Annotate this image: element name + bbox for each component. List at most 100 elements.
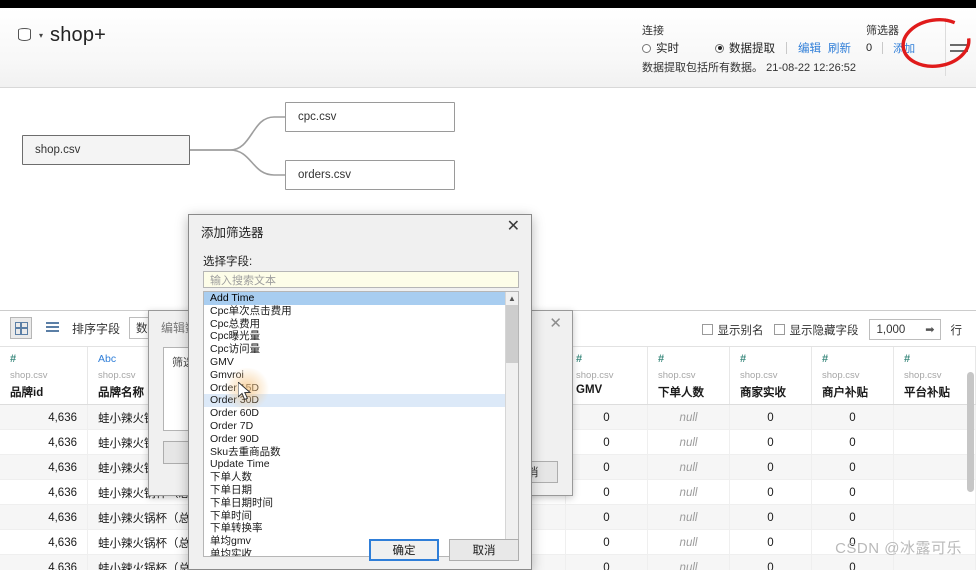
- rows-unit-label: 行: [950, 324, 963, 337]
- grid-view-icon[interactable]: [10, 317, 32, 339]
- extract-radio-option[interactable]: 数据提取: [715, 40, 775, 56]
- dialog-buttons: 确定 取消: [189, 539, 533, 561]
- field-list-item[interactable]: Gmvroi: [204, 369, 506, 382]
- field-list-item[interactable]: Cpc单次点击费用: [204, 305, 506, 318]
- table-cell: null: [648, 455, 730, 480]
- scroll-up-icon[interactable]: ▲: [506, 292, 518, 305]
- table-cell: [894, 455, 976, 480]
- close-icon[interactable]: ✕: [507, 219, 520, 235]
- field-list-item[interactable]: Sku去重商品数: [204, 446, 506, 459]
- field-list-item[interactable]: Cpc总费用: [204, 318, 506, 331]
- rows-limit-value: 1,000: [876, 323, 906, 336]
- table-cell: 4,636: [0, 480, 88, 505]
- table-cell: 4,636: [0, 455, 88, 480]
- datasource-title[interactable]: ▾ shop+: [18, 24, 106, 47]
- column-source: shop.csv: [822, 370, 860, 381]
- table-cell: 0: [566, 530, 648, 555]
- table-cell: 0: [566, 430, 648, 455]
- flow-node-label: shop.csv: [35, 144, 81, 156]
- column-source: shop.csv: [10, 370, 48, 381]
- column-header[interactable]: # shop.csv GMV: [566, 347, 648, 404]
- table-cell: [894, 405, 976, 430]
- field-list-item[interactable]: Cpc曝光量: [204, 330, 506, 343]
- close-icon[interactable]: ✕: [549, 316, 562, 331]
- flow-node-cpc[interactable]: cpc.csv: [285, 102, 455, 132]
- column-header[interactable]: # shop.csv 平台补贴: [894, 347, 976, 404]
- flow-node-orders[interactable]: orders.csv: [285, 160, 455, 190]
- table-cell: [894, 480, 976, 505]
- column-name: 商户补贴: [822, 387, 868, 399]
- extract-radio[interactable]: [715, 43, 725, 53]
- column-header[interactable]: # shop.csv 商户补贴: [812, 347, 894, 404]
- live-radio-option[interactable]: 实时: [642, 40, 679, 56]
- field-list-item[interactable]: Order 7D: [204, 420, 506, 433]
- cancel-button[interactable]: 取消: [449, 539, 519, 561]
- column-header[interactable]: # shop.csv 品牌id: [0, 347, 88, 404]
- table-cell: 0: [730, 505, 812, 530]
- table-cell: [894, 505, 976, 530]
- field-search-input[interactable]: 输入搜索文本: [203, 271, 519, 288]
- flow-node-shop[interactable]: shop.csv: [22, 135, 190, 165]
- table-cell: 4,636: [0, 405, 88, 430]
- show-alias-checkbox[interactable]: 显示别名: [701, 322, 764, 338]
- table-cell: 4,636: [0, 505, 88, 530]
- table-cell: 0: [566, 405, 648, 430]
- dialog-header: 添加筛选器 ✕: [189, 215, 531, 245]
- list-view-icon[interactable]: [41, 317, 63, 339]
- field-list-item[interactable]: Cpc访问量: [204, 343, 506, 356]
- chevron-down-icon[interactable]: ▾: [39, 31, 43, 40]
- live-label: 实时: [656, 43, 680, 55]
- field-list-item[interactable]: Order 60D: [204, 407, 506, 420]
- field-list[interactable]: Add Time Cpc单次点击费用 Cpc总费用 Cpc曝光量 Cpc访问量 GMV Gm…: [203, 291, 519, 557]
- table-cell: null: [648, 405, 730, 430]
- table-cell: 0: [812, 480, 894, 505]
- vertical-scrollbar[interactable]: [967, 366, 974, 562]
- field-list-item[interactable]: Order 30D: [204, 394, 506, 408]
- field-list-item[interactable]: 下单日期时间: [204, 497, 506, 510]
- field-list-item[interactable]: Order 15D: [204, 382, 506, 395]
- field-list-item[interactable]: 下单日期: [204, 484, 506, 497]
- show-hidden-fields-label: 显示隐藏字段: [789, 324, 859, 337]
- field-list-item[interactable]: 下单时间: [204, 510, 506, 523]
- table-cell: 0: [730, 530, 812, 555]
- table-cell: 0: [812, 405, 894, 430]
- arrow-right-icon[interactable]: ➡: [925, 323, 934, 336]
- show-hidden-fields-checkbox[interactable]: 显示隐藏字段: [773, 322, 859, 338]
- rows-limit-input[interactable]: 1,000 ➡: [868, 319, 941, 340]
- numeric-type-icon: #: [576, 353, 583, 365]
- column-source: shop.csv: [576, 370, 614, 381]
- menu-icon[interactable]: [950, 44, 968, 56]
- field-list-item[interactable]: 下单转换率: [204, 522, 506, 535]
- table-cell: 4,636: [0, 555, 88, 570]
- table-cell: 0: [566, 480, 648, 505]
- numeric-type-icon: #: [10, 353, 17, 365]
- table-cell: 0: [812, 430, 894, 455]
- scrollbar-thumb[interactable]: [506, 305, 518, 363]
- field-list-item[interactable]: Add Time: [204, 292, 506, 305]
- tableau-datasource-page: ▾ shop+ 连接 实时 数据提取 编辑 刷新 数据提取包括所有数据。 21-…: [0, 8, 976, 570]
- table-cell: 0: [566, 505, 648, 530]
- edit-link[interactable]: 编辑: [798, 40, 821, 56]
- column-name: GMV: [576, 384, 603, 396]
- column-name: 商家实收: [740, 387, 786, 399]
- table-cell: 0: [566, 455, 648, 480]
- field-list-item[interactable]: Order 90D: [204, 433, 506, 446]
- scrollbar-thumb[interactable]: [967, 372, 974, 492]
- column-name: 品牌id: [10, 387, 44, 399]
- connection-section: 连接 实时 数据提取 编辑 刷新 数据提取包括所有数据。 21-08-22 12…: [642, 22, 856, 75]
- column-header[interactable]: # shop.csv 商家实收: [730, 347, 812, 404]
- sort-field-label: 排序字段: [72, 321, 121, 336]
- flow-node-label: orders.csv: [298, 169, 352, 181]
- field-list-item[interactable]: 下单人数: [204, 471, 506, 484]
- table-cell: 0: [730, 480, 812, 505]
- refresh-link[interactable]: 刷新: [828, 40, 851, 56]
- field-list-item[interactable]: GMV: [204, 356, 506, 369]
- field-list-scrollbar[interactable]: ▲ ▼: [505, 292, 518, 556]
- live-radio[interactable]: [642, 43, 652, 53]
- connection-note: 数据提取包括所有数据。 21-08-22 12:26:52: [642, 62, 856, 74]
- column-header[interactable]: # shop.csv 下单人数: [648, 347, 730, 404]
- column-source: shop.csv: [740, 370, 778, 381]
- ok-button[interactable]: 确定: [369, 539, 439, 561]
- filters-add-link[interactable]: 添加: [893, 40, 915, 56]
- field-list-item[interactable]: Update Time: [204, 458, 506, 471]
